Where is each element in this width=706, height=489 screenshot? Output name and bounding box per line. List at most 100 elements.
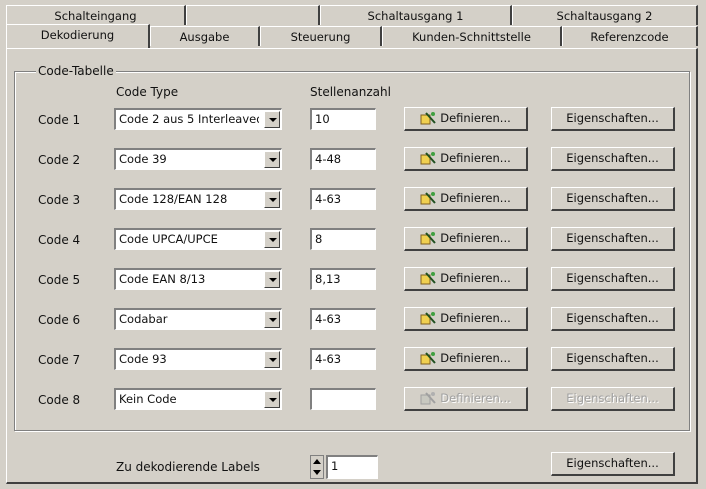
code-type-value: Code 39 bbox=[119, 152, 167, 166]
code-type-select[interactable]: Code EAN 8/13 bbox=[114, 268, 282, 290]
wand-icon bbox=[420, 352, 436, 365]
define-label: Definieren... bbox=[440, 151, 511, 165]
tab-blank[interactable] bbox=[186, 5, 320, 25]
code-table-label: Code-Tabelle bbox=[36, 64, 116, 78]
define-button[interactable]: Definieren... bbox=[404, 307, 528, 331]
code-type-select[interactable]: Code 93 bbox=[114, 348, 282, 370]
tab-row-bottom: Dekodierung Ausgabe Steuerung Kunden-Sch… bbox=[6, 24, 698, 48]
properties-button[interactable]: Eigenschaften... bbox=[551, 227, 675, 251]
length-field[interactable]: 8,13 bbox=[310, 268, 376, 290]
wand-icon bbox=[420, 392, 436, 405]
code-type-select[interactable]: Code 128/EAN 128 bbox=[114, 188, 282, 210]
code-type-value: Code 2 aus 5 Interleaved bbox=[119, 112, 259, 126]
define-button[interactable]: Definieren... bbox=[404, 107, 528, 131]
length-field[interactable]: 8 bbox=[310, 228, 376, 250]
chevron-down-icon[interactable] bbox=[264, 231, 280, 248]
properties-button[interactable]: Eigenschaften... bbox=[551, 347, 675, 371]
define-label: Definieren... bbox=[440, 311, 511, 325]
code-row-3: Code 3 Code 128/EAN 128 4-63 Definieren.… bbox=[0, 187, 706, 213]
wand-icon bbox=[420, 112, 436, 125]
properties-button[interactable]: Eigenschaften... bbox=[551, 107, 675, 131]
up-arrow-icon[interactable] bbox=[313, 459, 321, 464]
define-button[interactable]: Definieren... bbox=[404, 267, 528, 291]
define-label: Definieren... bbox=[440, 231, 511, 245]
tab-steuerung[interactable]: Steuerung bbox=[260, 26, 382, 46]
tab-schalteingang[interactable]: Schalteingang bbox=[6, 5, 186, 25]
code-type-value: Code EAN 8/13 bbox=[119, 272, 206, 286]
chevron-down-icon[interactable] bbox=[264, 151, 280, 168]
tab-schaltausgang-1[interactable]: Schaltausgang 1 bbox=[320, 5, 512, 25]
code-type-select[interactable]: Codabar bbox=[114, 308, 282, 330]
code-type-value: Code 128/EAN 128 bbox=[119, 192, 228, 206]
chevron-down-icon[interactable] bbox=[264, 111, 280, 128]
properties-button[interactable]: Eigenschaften... bbox=[551, 307, 675, 331]
tab-schaltausgang-2[interactable]: Schaltausgang 2 bbox=[512, 5, 698, 25]
wand-icon bbox=[420, 312, 436, 325]
define-label: Definieren... bbox=[440, 351, 511, 365]
code-type-select[interactable]: Code UPCA/UPCE bbox=[114, 228, 282, 250]
wand-icon bbox=[420, 152, 436, 165]
labels-count-spinner[interactable] bbox=[310, 455, 324, 479]
length-field[interactable]: 4-63 bbox=[310, 188, 376, 210]
tab-kunden-schnittstelle[interactable]: Kunden-Schnittstelle bbox=[382, 26, 562, 46]
wand-icon bbox=[420, 272, 436, 285]
length-field[interactable] bbox=[310, 388, 376, 410]
define-label: Definieren... bbox=[440, 191, 511, 205]
define-label: Definieren... bbox=[440, 271, 511, 285]
wand-icon bbox=[420, 232, 436, 245]
labels-count-label: Zu dekodierende Labels bbox=[116, 460, 260, 474]
code-type-select[interactable]: Code 2 aus 5 Interleaved bbox=[114, 108, 282, 130]
length-field[interactable]: 4-63 bbox=[310, 308, 376, 330]
down-arrow-icon[interactable] bbox=[313, 470, 321, 475]
length-field[interactable]: 4-48 bbox=[310, 148, 376, 170]
chevron-down-icon[interactable] bbox=[264, 391, 280, 408]
code-type-value: Codabar bbox=[119, 312, 168, 326]
length-field[interactable]: 10 bbox=[310, 108, 376, 130]
column-header-type: Code Type bbox=[116, 85, 179, 99]
chevron-down-icon[interactable] bbox=[264, 191, 280, 208]
code-label: Code 7 bbox=[38, 353, 81, 367]
code-type-value: Kein Code bbox=[119, 392, 177, 406]
code-type-select[interactable]: Code 39 bbox=[114, 148, 282, 170]
code-row-7: Code 7 Code 93 4-63 Definieren... Eigens… bbox=[0, 347, 706, 373]
code-row-5: Code 5 Code EAN 8/13 8,13 Definieren... … bbox=[0, 267, 706, 293]
define-button[interactable]: Definieren... bbox=[404, 227, 528, 251]
define-button[interactable]: Definieren... bbox=[404, 187, 528, 211]
tab-row-top: Schalteingang Schaltausgang 1 Schaltausg… bbox=[6, 5, 698, 26]
length-field[interactable]: 4-63 bbox=[310, 348, 376, 370]
define-label: Definieren... bbox=[440, 111, 511, 125]
wand-icon bbox=[420, 192, 436, 205]
code-row-2: Code 2 Code 39 4-48 Definieren... Eigens… bbox=[0, 147, 706, 173]
properties-button[interactable]: Eigenschaften... bbox=[551, 187, 675, 211]
define-button[interactable]: Definieren... bbox=[404, 147, 528, 171]
define-label: Definieren... bbox=[440, 391, 511, 405]
code-label: Code 3 bbox=[38, 193, 81, 207]
properties-button[interactable]: Eigenschaften... bbox=[551, 267, 675, 291]
tab-ausgabe[interactable]: Ausgabe bbox=[150, 26, 260, 46]
tab-dekodierung[interactable]: Dekodierung bbox=[6, 24, 150, 48]
code-type-value: Code UPCA/UPCE bbox=[119, 232, 218, 246]
chevron-down-icon[interactable] bbox=[264, 351, 280, 368]
code-label: Code 1 bbox=[38, 113, 81, 127]
code-row-8: Code 8 Kein Code Definieren... Eigenscha… bbox=[0, 387, 706, 413]
chevron-down-icon[interactable] bbox=[264, 311, 280, 328]
labels-properties-button[interactable]: Eigenschaften... bbox=[551, 452, 675, 476]
code-label: Code 4 bbox=[38, 233, 81, 247]
properties-button[interactable]: Eigenschaften... bbox=[551, 387, 675, 411]
define-button[interactable]: Definieren... bbox=[404, 347, 528, 371]
labels-count-field[interactable]: 1 bbox=[326, 455, 378, 479]
code-type-value: Code 93 bbox=[119, 352, 167, 366]
properties-button[interactable]: Eigenschaften... bbox=[551, 147, 675, 171]
code-label: Code 6 bbox=[38, 313, 81, 327]
chevron-down-icon[interactable] bbox=[264, 271, 280, 288]
code-label: Code 8 bbox=[38, 393, 81, 407]
code-row-4: Code 4 Code UPCA/UPCE 8 Definieren... Ei… bbox=[0, 227, 706, 253]
code-label: Code 2 bbox=[38, 153, 81, 167]
code-row-1: Code 1 Code 2 aus 5 Interleaved 10 Defin… bbox=[0, 107, 706, 133]
tab-referenzcode[interactable]: Referenzcode bbox=[562, 26, 698, 46]
column-header-length: Stellenanzahl bbox=[310, 85, 391, 99]
define-button[interactable]: Definieren... bbox=[404, 387, 528, 411]
code-type-select[interactable]: Kein Code bbox=[114, 388, 282, 410]
code-row-6: Code 6 Codabar 4-63 Definieren... Eigens… bbox=[0, 307, 706, 333]
code-label: Code 5 bbox=[38, 273, 81, 287]
